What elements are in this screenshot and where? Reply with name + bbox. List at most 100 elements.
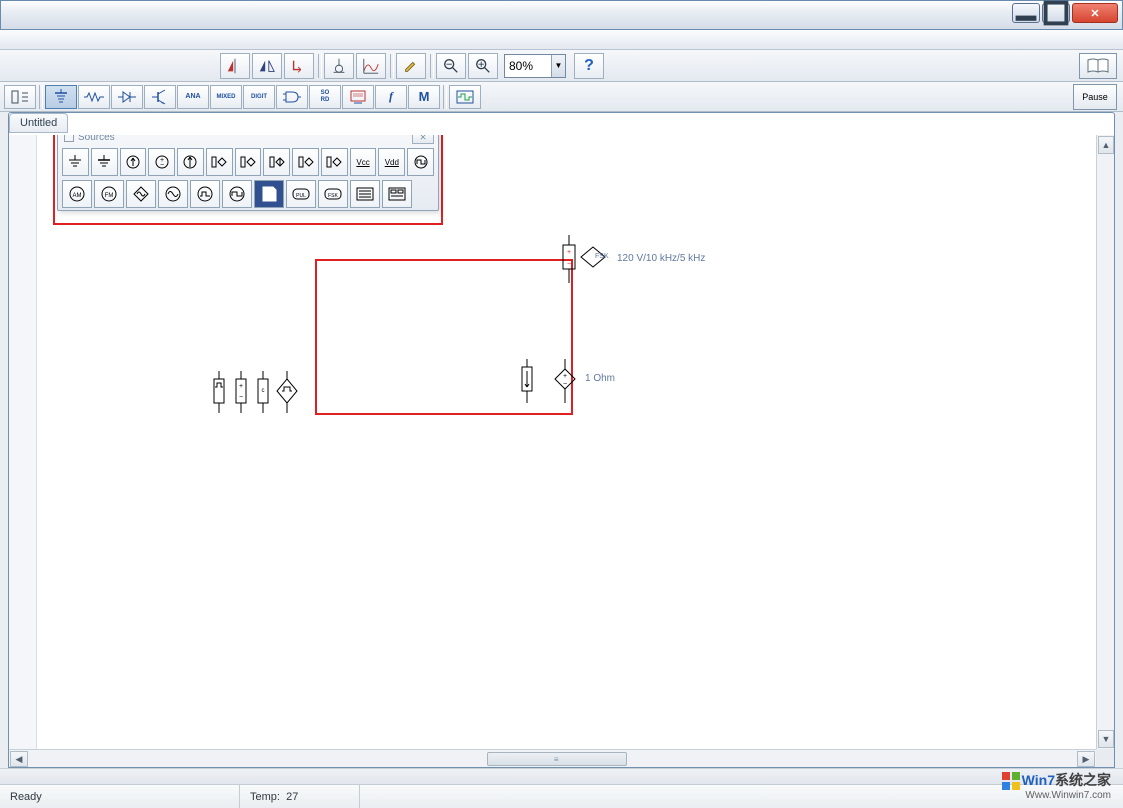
fsk-tag: FSK <box>595 253 609 260</box>
am-button[interactable]: AM <box>62 180 92 208</box>
svg-text:FSK: FSK <box>328 193 338 199</box>
status-temp: Temp: 27 <box>240 785 360 808</box>
svg-text:−: − <box>239 394 243 401</box>
lower-bar <box>0 768 1123 784</box>
component-cluster[interactable]: + − c <box>209 369 309 424</box>
pulse-button[interactable] <box>190 180 220 208</box>
function-button[interactable]: f <box>375 85 407 109</box>
fm-button[interactable]: FM <box>94 180 124 208</box>
sine-dep-button[interactable] <box>126 180 156 208</box>
maximize-button[interactable] <box>1042 3 1070 23</box>
sord-button[interactable]: SO RD <box>309 85 341 109</box>
view-button[interactable] <box>4 85 36 109</box>
resistor-button[interactable] <box>78 85 110 109</box>
scroll-right-icon[interactable]: ▶ <box>1077 751 1095 767</box>
pin-icon[interactable] <box>64 135 74 142</box>
clock-button[interactable] <box>407 148 434 176</box>
vdd-button[interactable]: Vdd <box>378 148 405 176</box>
sine-button[interactable] <box>158 180 188 208</box>
sources-palette[interactable]: Sources ⨯ +− Vcc Vdd AM FM <box>57 135 439 211</box>
ground-button[interactable] <box>62 148 89 176</box>
canvas[interactable]: Sources ⨯ +− Vcc Vdd AM FM <box>9 135 1114 749</box>
sources-button[interactable] <box>45 85 77 109</box>
document-tab[interactable]: Untitled <box>9 113 68 133</box>
scope-button[interactable] <box>449 85 481 109</box>
svg-text:−: − <box>563 381 567 388</box>
svg-text:+: + <box>567 249 571 256</box>
svg-text:PUL: PUL <box>296 193 306 199</box>
current-source-button[interactable] <box>120 148 147 176</box>
svg-text:+: + <box>160 157 164 164</box>
help-button[interactable]: ? <box>574 53 604 79</box>
dep-source3-button[interactable] <box>263 148 290 176</box>
close-button[interactable] <box>1072 3 1118 23</box>
svg-text:AM: AM <box>73 193 82 199</box>
dep-source2-button[interactable] <box>235 148 262 176</box>
status-ready: Ready <box>0 785 240 808</box>
watermark: Win7系统之家 Www.Winwin7.com <box>1002 772 1111 802</box>
scroll-down-icon[interactable]: ▼ <box>1098 730 1114 748</box>
flip-h-icon[interactable] <box>220 53 250 79</box>
palette-close-button[interactable]: ⨯ <box>412 135 434 144</box>
matrix-button[interactable]: M <box>408 85 440 109</box>
analog-ic-button[interactable]: ANA <box>177 85 209 109</box>
svg-text:+: + <box>239 383 243 390</box>
gate-button[interactable] <box>276 85 308 109</box>
ohm-label: 1 Ohm <box>585 373 615 384</box>
rotate-icon[interactable] <box>284 53 314 79</box>
edit-icon[interactable] <box>396 53 426 79</box>
transistor-button[interactable] <box>144 85 176 109</box>
probe-icon[interactable] <box>324 53 354 79</box>
ground2-button[interactable] <box>91 148 118 176</box>
zoom-dropdown-icon[interactable]: ▼ <box>551 55 565 77</box>
horizontal-scrollbar[interactable]: ◀ ≡ ▶ <box>9 749 1096 767</box>
dep-source1-button[interactable] <box>206 148 233 176</box>
fsk-source-component[interactable]: + − <box>557 235 607 288</box>
scroll-corner <box>1096 749 1114 767</box>
zoom-in-icon[interactable] <box>468 53 498 79</box>
ctrl2-button[interactable] <box>382 180 412 208</box>
svg-text:+: + <box>563 373 567 380</box>
resistor-component[interactable]: + − <box>517 359 587 408</box>
menubar <box>0 30 1123 50</box>
minimize-button[interactable] <box>1012 3 1040 23</box>
ctrl1-button[interactable] <box>350 180 380 208</box>
zoom-out-icon[interactable] <box>436 53 466 79</box>
statusbar: Ready Temp: 27 <box>0 784 1123 808</box>
palette-title-text: Sources <box>78 135 115 143</box>
left-gutter <box>9 135 37 749</box>
flip-v-icon[interactable] <box>252 53 282 79</box>
zoom-combo[interactable]: ▼ <box>504 54 566 78</box>
square-button[interactable] <box>222 180 252 208</box>
scroll-left-icon[interactable]: ◀ <box>10 751 28 767</box>
reference-button[interactable] <box>1079 53 1117 79</box>
digital-ic-button[interactable]: DIGIT <box>243 85 275 109</box>
windows-logo-icon <box>1002 772 1020 790</box>
ac-current-button[interactable] <box>177 148 204 176</box>
vertical-scrollbar[interactable]: ▲ ▼ <box>1096 135 1114 749</box>
mixed-ic-button[interactable]: MIXED <box>210 85 242 109</box>
voltage-source-button[interactable]: +− <box>148 148 175 176</box>
graph-icon[interactable] <box>356 53 386 79</box>
palette-titlebar[interactable]: Sources ⨯ <box>58 135 438 146</box>
diode-button[interactable] <box>111 85 143 109</box>
dep-source5-button[interactable] <box>321 148 348 176</box>
save-button[interactable] <box>254 180 284 208</box>
fsk-button[interactable]: FSK <box>318 180 348 208</box>
scroll-up-icon[interactable]: ▲ <box>1098 136 1114 154</box>
main-toolbar: ▼ ? <box>0 50 1123 82</box>
svg-text:−: − <box>160 162 164 169</box>
vcc-button[interactable]: Vcc <box>350 148 377 176</box>
dep-source4-button[interactable] <box>292 148 319 176</box>
instrument-button[interactable] <box>342 85 374 109</box>
pul-button[interactable]: PUL <box>286 180 316 208</box>
titlebar <box>0 0 1123 30</box>
pause-button[interactable]: Pause <box>1073 84 1117 110</box>
workspace: Untitled Sources ⨯ +− Vcc <box>8 112 1115 768</box>
svg-text:c: c <box>262 388 265 394</box>
fsk-label: 120 V/10 kHz/5 kHz <box>617 253 705 264</box>
scroll-thumb[interactable]: ≡ <box>487 752 627 766</box>
component-toolbar: ANA MIXED DIGIT SO RD f M Pause <box>0 82 1123 112</box>
svg-text:FM: FM <box>105 193 114 199</box>
zoom-input[interactable] <box>505 55 551 77</box>
